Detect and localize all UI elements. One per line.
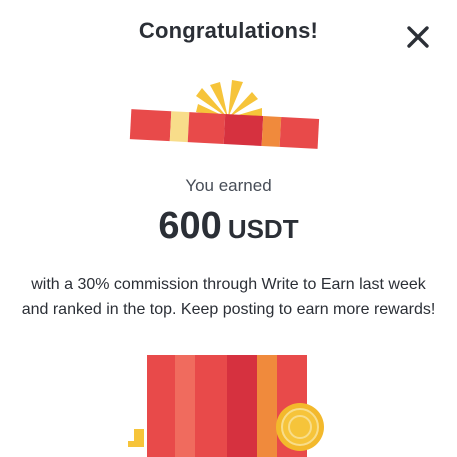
reward-description: with a 30% commission through Write to E… <box>21 276 436 318</box>
amount-currency: USDT <box>227 214 299 244</box>
earned-label: You earned <box>185 176 272 195</box>
gift-box-illustration <box>0 345 457 457</box>
amount-value: 600 <box>158 205 222 247</box>
coin-icon <box>276 403 324 451</box>
reward-amount: 600 USDT <box>0 205 457 248</box>
gift-lid-illustration <box>0 0 457 170</box>
gift-lid-icon <box>129 80 320 149</box>
